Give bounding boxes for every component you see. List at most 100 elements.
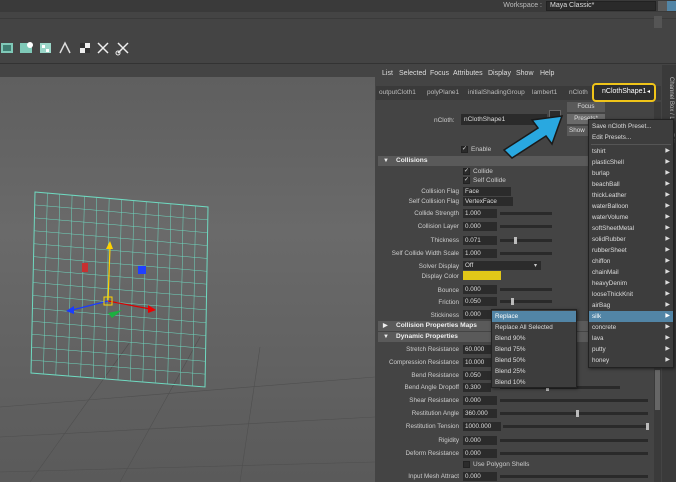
toolbar-scroll-icon[interactable] xyxy=(654,16,662,28)
input-mesh-attract-slider[interactable] xyxy=(500,475,648,478)
nhair-icon[interactable] xyxy=(59,41,71,54)
preset-item-silk[interactable]: silk ▶ xyxy=(589,311,673,322)
ncloth-icon[interactable] xyxy=(40,43,51,53)
preset-item-waterballoon[interactable]: waterBalloon ▶ xyxy=(589,201,673,212)
menu-display[interactable]: Display xyxy=(488,70,511,77)
bend-angle-dropoff-field[interactable]: 0.300 xyxy=(463,383,491,392)
focus-button[interactable]: Focus xyxy=(567,102,605,112)
nparticle-icon[interactable] xyxy=(20,42,33,53)
workspace-select[interactable]: Maya Classic* xyxy=(546,1,656,11)
lock-icon[interactable] xyxy=(667,1,676,11)
bend-resistance-field[interactable]: 0.050 xyxy=(463,371,491,380)
shear-resistance-field[interactable]: 0.000 xyxy=(463,396,497,405)
blend-item-blend-50-[interactable]: Blend 50% xyxy=(492,355,576,366)
preset-item-rubbersheet[interactable]: rubberSheet ▶ xyxy=(589,245,673,256)
checker-icon[interactable] xyxy=(80,43,90,53)
menu-list[interactable]: List xyxy=(382,70,393,77)
menu-show[interactable]: Show xyxy=(516,70,534,77)
preset-item-softsheetmetal[interactable]: softSheetMetal ▶ xyxy=(589,223,673,234)
friction-field[interactable]: 0.050 xyxy=(463,297,497,306)
preset-item-label: waterVolume xyxy=(592,214,629,221)
bounce-slider[interactable] xyxy=(500,288,552,291)
self-collide-width-scale-field[interactable]: 1.000 xyxy=(463,249,497,258)
save-preset-menu-item[interactable]: Save nCloth Preset... xyxy=(589,121,673,132)
show-button[interactable]: Show xyxy=(567,126,589,136)
collide-checkbox[interactable]: ✓ xyxy=(463,168,470,175)
restitution-angle-handle[interactable] xyxy=(576,410,579,417)
collision-layer-slider[interactable] xyxy=(500,225,552,228)
collision-flag-select[interactable]: Face xyxy=(463,187,511,196)
preset-item-lava[interactable]: lava ▶ xyxy=(589,333,673,344)
nucleus-icon[interactable] xyxy=(1,43,13,53)
preset-item-tshirt[interactable]: tshirt ▶ xyxy=(589,146,673,157)
preset-item-loosethickknit[interactable]: looseThickKnit ▶ xyxy=(589,289,673,300)
preset-item-honey[interactable]: honey ▶ xyxy=(589,355,673,366)
preset-item-chiffon[interactable]: chiffon ▶ xyxy=(589,256,673,267)
tab-initialshadinggroup[interactable]: initialShadingGroup xyxy=(468,89,525,96)
solver-display-select[interactable]: Off xyxy=(463,261,541,270)
scissors-icon[interactable] xyxy=(115,42,129,56)
tab-ncloth[interactable]: nCloth xyxy=(569,89,588,96)
thickness-slider[interactable] xyxy=(500,239,552,242)
tab-lambert1[interactable]: lambert1 xyxy=(532,89,557,96)
stretch-resistance-field[interactable]: 60.000 xyxy=(463,345,491,354)
tab-nclothshape1[interactable]: nClothShape1 ◂ xyxy=(592,83,656,102)
collide-strength-field[interactable]: 1.000 xyxy=(463,209,497,218)
tab-outputcloth1[interactable]: outputCloth1 xyxy=(379,89,416,96)
ae-scrollbar-thumb[interactable] xyxy=(655,370,660,410)
friction-slider[interactable] xyxy=(500,300,552,303)
preset-item-solidrubber[interactable]: solidRubber ▶ xyxy=(589,234,673,245)
rigidity-slider[interactable] xyxy=(500,439,648,442)
blend-item-blend-90-[interactable]: Blend 90% xyxy=(492,333,576,344)
rigidity-field[interactable]: 0.000 xyxy=(463,436,497,445)
blend-item-blend-10-[interactable]: Blend 10% xyxy=(492,377,576,388)
menu-help[interactable]: Help xyxy=(540,70,554,77)
friction-slider-handle[interactable] xyxy=(511,298,514,305)
preset-item-chainmail[interactable]: chainMail ▶ xyxy=(589,267,673,278)
workspace-dropdown-icon[interactable] xyxy=(658,1,667,11)
blend-item-blend-25-[interactable]: Blend 25% xyxy=(492,366,576,377)
blend-item-replace-all-selected[interactable]: Replace All Selected xyxy=(492,322,576,333)
tab-arrow-icon[interactable]: ◂ xyxy=(647,88,650,95)
thickness-slider-handle[interactable] xyxy=(514,237,517,244)
use-polygon-shells-checkbox[interactable] xyxy=(463,461,470,468)
tab-polyplane1[interactable]: polyPlane1 xyxy=(427,89,459,96)
collision-layer-field[interactable]: 0.000 xyxy=(463,222,497,231)
blend-item-replace[interactable]: Replace xyxy=(492,311,576,322)
restitution-tension-slider[interactable] xyxy=(503,425,648,428)
restitution-tension-field[interactable]: 1000.000 xyxy=(463,422,501,431)
self-collision-flag-select[interactable]: VertexFace xyxy=(463,197,513,206)
input-mesh-attract-field[interactable]: 0.000 xyxy=(463,472,497,481)
restitution-angle-slider[interactable] xyxy=(500,412,648,415)
collide-strength-slider[interactable] xyxy=(500,212,552,215)
preset-item-burlap[interactable]: burlap ▶ xyxy=(589,168,673,179)
deform-resistance-slider[interactable] xyxy=(500,452,648,455)
restitution-angle-field[interactable]: 360.000 xyxy=(463,409,497,418)
edit-presets-menu-item[interactable]: Edit Presets... xyxy=(589,132,673,143)
thickness-field[interactable]: 0.071 xyxy=(463,236,497,245)
restitution-tension-handle[interactable] xyxy=(646,423,649,430)
ncloth-plane-mesh[interactable] xyxy=(30,191,209,388)
preset-item-airbag[interactable]: airBag ▶ xyxy=(589,300,673,311)
preset-item-plasticshell[interactable]: plasticShell ▶ xyxy=(589,157,673,168)
menu-focus[interactable]: Focus xyxy=(430,70,449,77)
menu-selected[interactable]: Selected xyxy=(399,70,426,77)
preset-item-putty[interactable]: putty ▶ xyxy=(589,344,673,355)
preset-item-heavydenim[interactable]: heavyDenim ▶ xyxy=(589,278,673,289)
blend-item-blend-75-[interactable]: Blend 75% xyxy=(492,344,576,355)
preset-item-watervolume[interactable]: waterVolume ▶ xyxy=(589,212,673,223)
menu-attributes[interactable]: Attributes xyxy=(453,70,483,77)
preset-item-thickleather[interactable]: thickLeather ▶ xyxy=(589,190,673,201)
constraint-icon[interactable] xyxy=(97,42,109,54)
bounce-field[interactable]: 0.000 xyxy=(463,285,497,294)
shear-resistance-slider[interactable] xyxy=(500,399,648,402)
enable-checkbox[interactable]: ✓ xyxy=(461,146,468,153)
preset-item-beachball[interactable]: beachBall ▶ xyxy=(589,179,673,190)
self-collide-checkbox[interactable]: ✓ xyxy=(463,177,470,184)
self-collide-width-scale-slider[interactable] xyxy=(500,252,552,255)
preset-item-concrete[interactable]: concrete ▶ xyxy=(589,322,673,333)
deform-resistance-field[interactable]: 0.000 xyxy=(463,449,497,458)
manipulator[interactable] xyxy=(66,241,156,318)
compression-resistance-field[interactable]: 10.000 xyxy=(463,358,491,367)
display-color-swatch[interactable] xyxy=(463,271,501,280)
